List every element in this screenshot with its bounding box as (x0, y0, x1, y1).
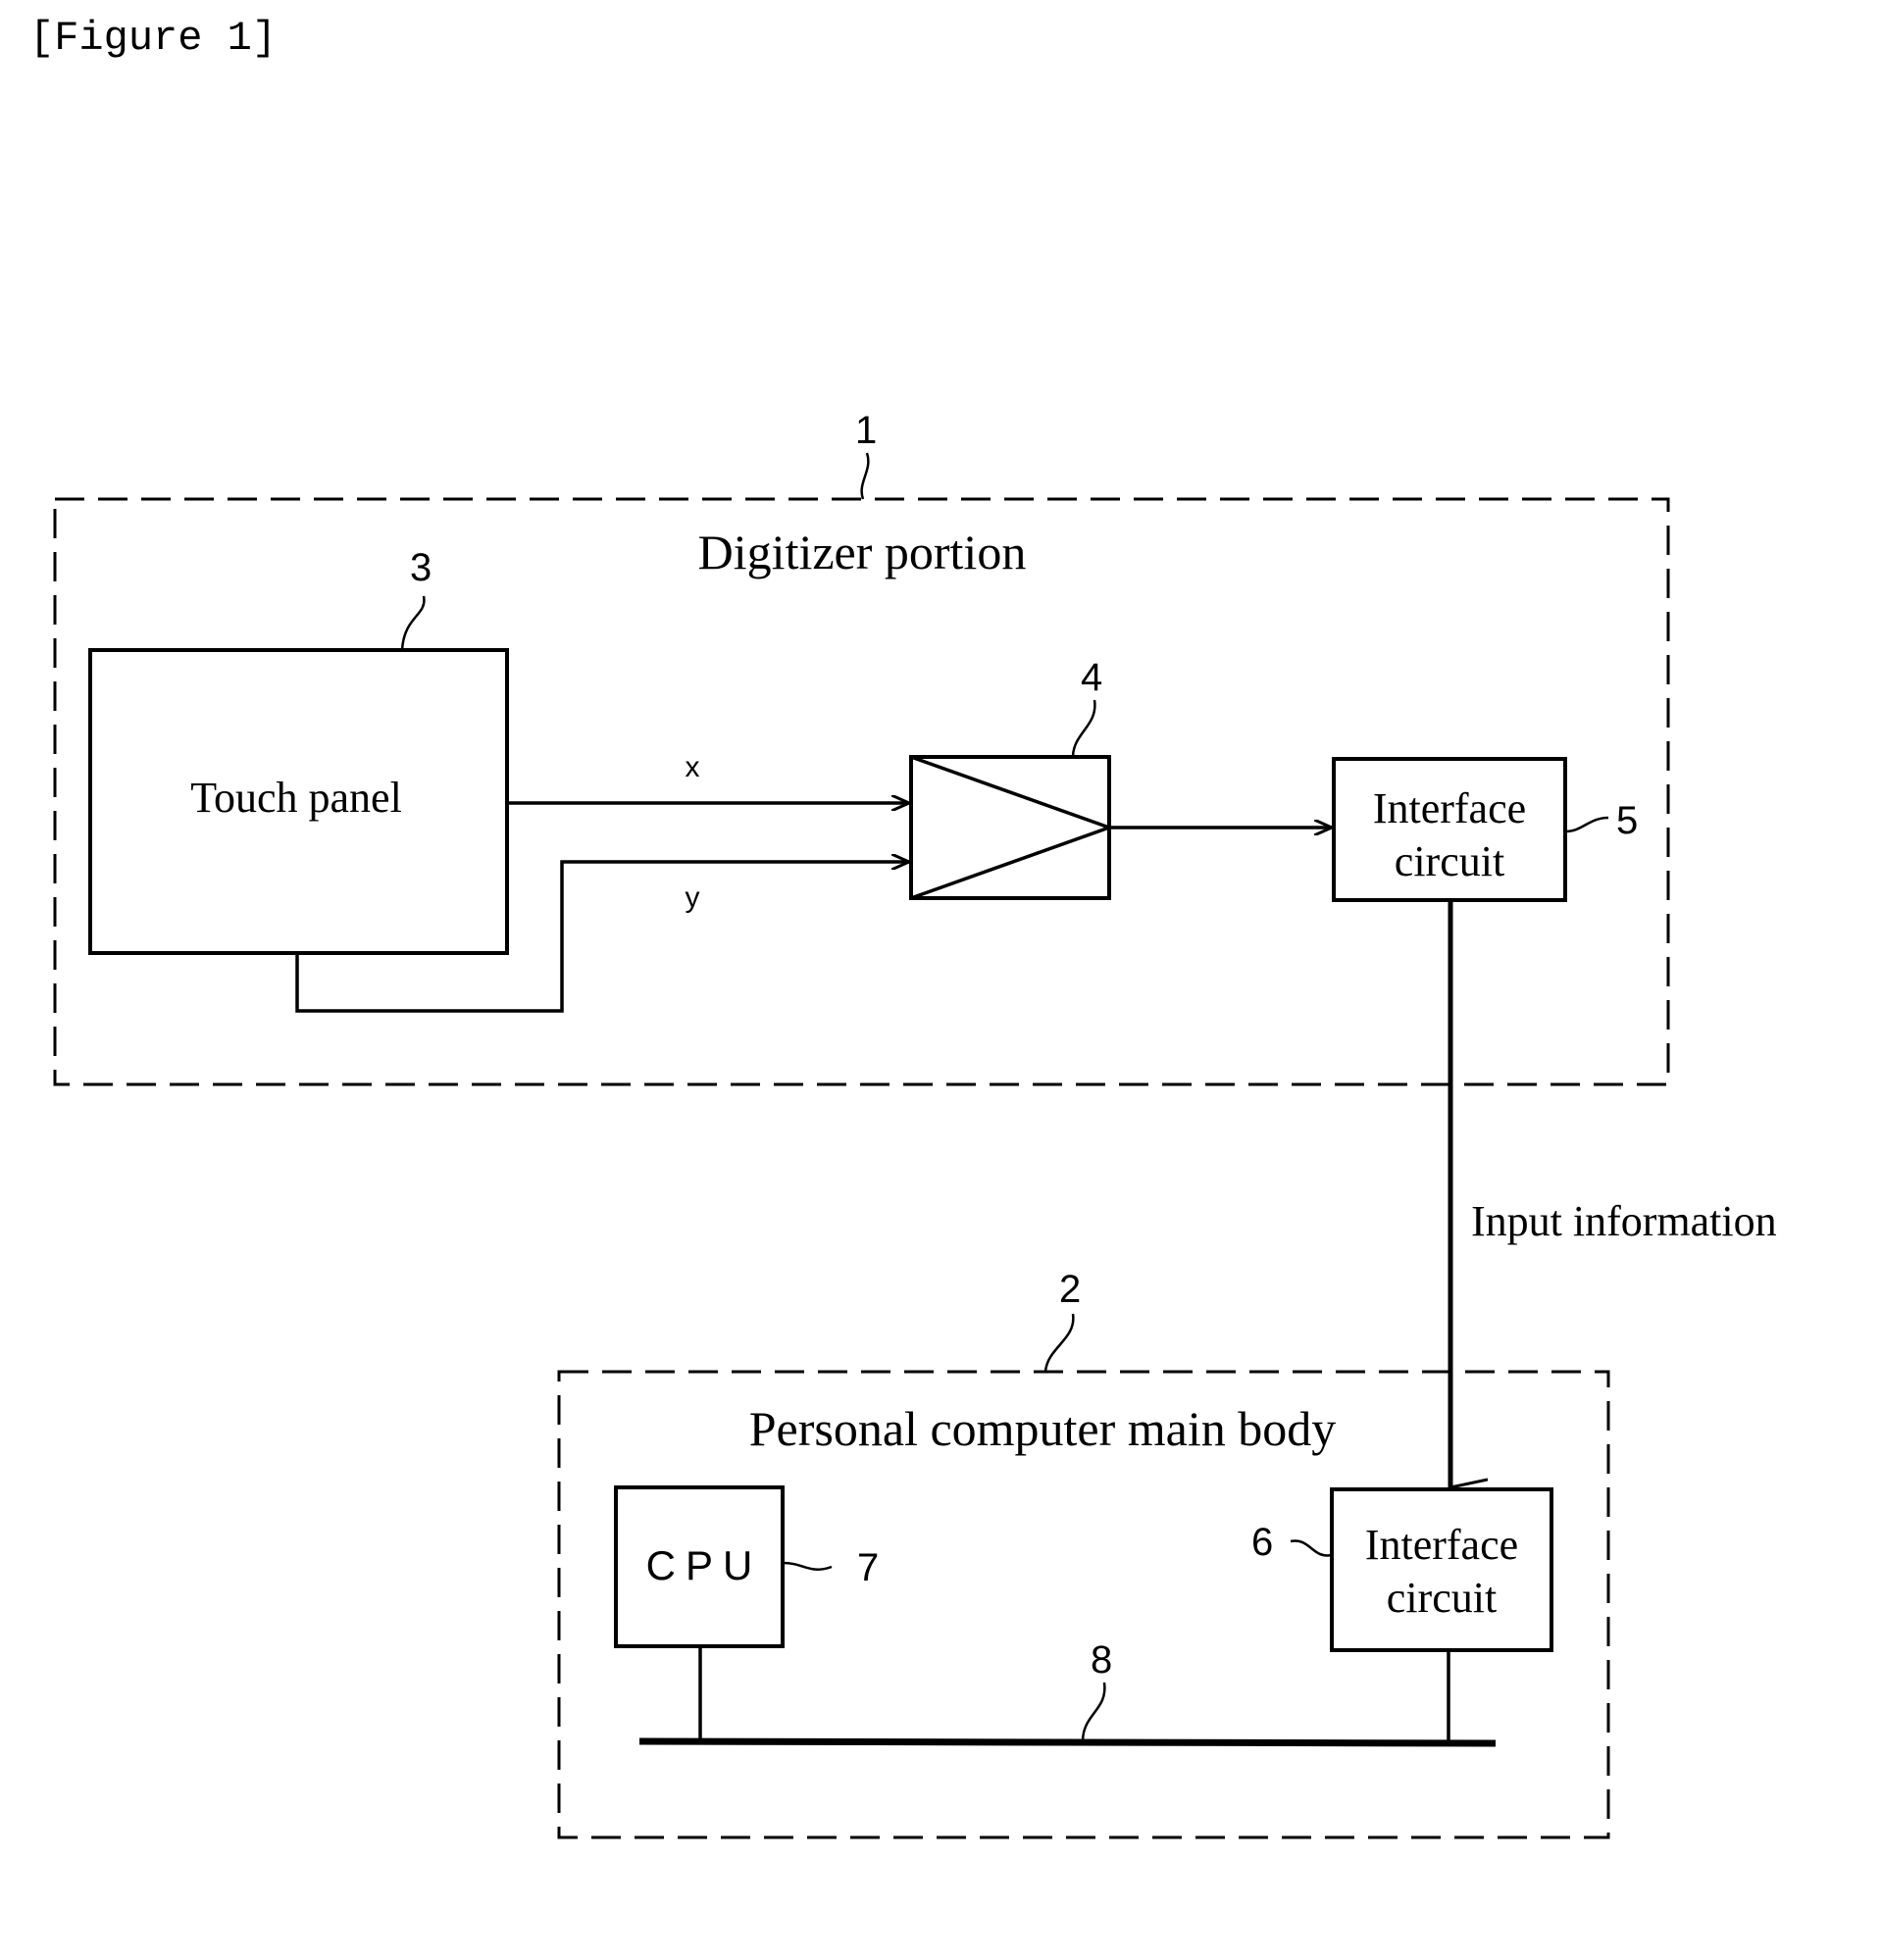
figure-label: [Figure 1] (29, 15, 277, 62)
interface-circuit-6-line2: circuit (1387, 1574, 1497, 1622)
system-bus (638, 1737, 1497, 1747)
ref-5: 5 (1616, 799, 1638, 842)
interface-circuit-6-block: Interface circuit 6 (1251, 1487, 1553, 1652)
cpu-label: CPU (646, 1542, 763, 1588)
interface-circuit-5-line1: Interface (1373, 784, 1526, 832)
interface-circuit-5-line2: circuit (1395, 837, 1504, 885)
x-signal-label: x (686, 751, 700, 783)
pc-title: Personal computer main body (749, 1401, 1337, 1456)
ref-2-leader (1043, 1313, 1075, 1373)
ref-7-leader (782, 1561, 833, 1571)
block-diagram: [Figure 1] 1 Digitizer portion Touch pan… (29, 15, 1777, 1839)
ref-1-leader (860, 452, 870, 500)
ref-6-leader (1290, 1539, 1333, 1557)
touch-panel-block: Touch panel 3 (88, 546, 509, 955)
ref-5-leader (1564, 816, 1609, 833)
interface-circuit-6-line1: Interface (1365, 1521, 1518, 1569)
ref-4-leader (1071, 699, 1096, 758)
interface-circuit-5-block: Interface circuit 5 (1332, 757, 1638, 902)
ref-7: 7 (857, 1546, 879, 1589)
amplifier-block: 4 (909, 656, 1115, 900)
ref-1: 1 (855, 409, 877, 452)
touch-panel-label: Touch panel (190, 774, 402, 822)
ref-6: 6 (1251, 1521, 1273, 1564)
ref-3-leader (400, 595, 426, 651)
interface-circuit-6-box (1330, 1487, 1553, 1652)
ref-2: 2 (1059, 1268, 1081, 1311)
cpu-block: CPU 7 (614, 1485, 879, 1648)
digitizer-portion: 1 Digitizer portion Touch panel 3 x y 4 … (53, 409, 1670, 1086)
amplifier-box (909, 755, 1111, 900)
ref-8-leader (1081, 1682, 1106, 1742)
ref-3: 3 (410, 546, 432, 589)
digitizer-title: Digitizer portion (698, 525, 1027, 579)
input-information-label: Input information (1471, 1197, 1777, 1245)
ref-8: 8 (1091, 1638, 1112, 1682)
ref-4: 4 (1081, 656, 1102, 699)
y-signal-label: y (686, 881, 700, 914)
